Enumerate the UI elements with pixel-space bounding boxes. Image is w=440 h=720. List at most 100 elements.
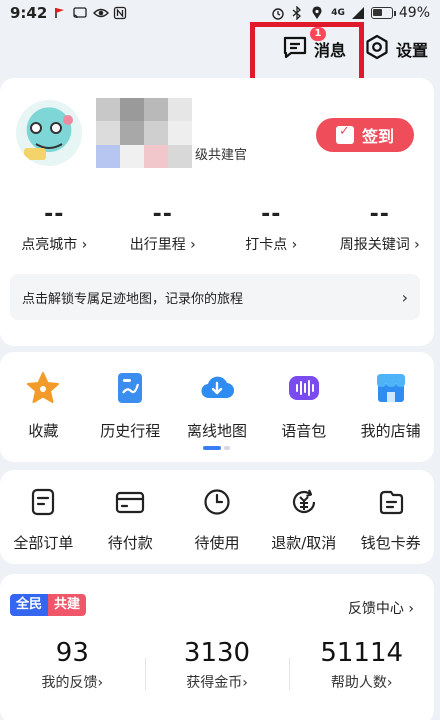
cloud-download-icon	[199, 370, 235, 406]
order-all[interactable]: 全部订单	[0, 488, 87, 553]
stat-value: --	[369, 202, 390, 227]
tool-label: 我的店铺	[360, 422, 421, 440]
order-label: 待使用	[194, 534, 240, 552]
tool-label: 语音包	[281, 422, 327, 440]
chevron-right-icon: ›	[190, 237, 196, 253]
travel-stats: -- 点亮城市 › -- 出行里程 › -- 打卡点 › -- 周报关键词 ›	[0, 202, 434, 254]
tool-label: 收藏	[28, 422, 59, 440]
user-level: 级共建官	[195, 148, 248, 163]
fb-stat-label: 获得金币	[186, 675, 243, 691]
tag-part2: 共建	[48, 594, 87, 616]
orders-icon	[29, 488, 57, 520]
order-pending-payment[interactable]: 待付款	[87, 488, 174, 553]
star-icon	[25, 370, 61, 406]
stat-mileage[interactable]: -- 出行里程 ›	[109, 202, 218, 254]
username-pixelated	[96, 98, 192, 168]
tools-row: 收藏 历史行程 离线地图 语音包 我的店铺	[0, 370, 434, 441]
messages-badge: 1	[309, 27, 326, 41]
unlock-text: 点击解锁专属足迹地图，记录你的旅程	[22, 291, 244, 307]
order-label: 待付款	[107, 534, 153, 552]
chevron-right-icon: ›	[97, 675, 104, 691]
bluetooth-icon	[291, 5, 305, 21]
clock-icon	[203, 488, 231, 520]
tool-favorites[interactable]: 收藏	[0, 370, 87, 441]
chevron-right-icon: ›	[386, 675, 393, 691]
status-bar: 9:42 4G 49%	[0, 0, 440, 26]
eye-icon	[93, 6, 110, 20]
feedback-center-link[interactable]: 反馈中心 ›	[348, 598, 414, 618]
card-icon	[115, 488, 145, 520]
stat-label: 周报关键词	[339, 237, 410, 253]
tool-label: 离线地图	[186, 422, 247, 440]
chevron-right-icon: ›	[408, 601, 414, 617]
checkin-label: 签到	[361, 127, 394, 146]
stat-label: 点亮城市	[21, 237, 78, 253]
stat-weekly-keywords[interactable]: -- 周报关键词 ›	[326, 202, 435, 254]
fb-stat-value: 51114	[320, 638, 404, 668]
stat-value: --	[44, 202, 65, 227]
avatar[interactable]	[16, 100, 82, 166]
battery-icon	[370, 7, 396, 19]
fb-stat-label: 帮助人数	[330, 675, 387, 691]
fb-stat-helped[interactable]: 51114 帮助人数›	[289, 638, 434, 692]
nfc-icon	[113, 6, 127, 20]
order-label: 退款/取消	[271, 534, 337, 552]
tool-history-trips[interactable]: 历史行程	[87, 370, 174, 441]
order-label: 钱包卡券	[360, 534, 421, 552]
feedback-card: 全民 共建 反馈中心 › 93 我的反馈› 3130 获得金币› 51114 帮…	[0, 574, 434, 720]
history-icon	[112, 370, 148, 406]
battery-level: 49%	[398, 5, 430, 21]
top-actions: 1 消息 设置	[282, 27, 428, 64]
chevron-right-icon: ›	[291, 237, 298, 253]
carousel-pager	[203, 446, 230, 450]
feedback-center-label: 反馈中心	[347, 601, 404, 617]
fb-stat-coins[interactable]: 3130 获得金币›	[144, 638, 290, 692]
unlock-footprint-map-banner[interactable]: 点击解锁专属足迹地图，记录你的旅程 ›	[10, 274, 420, 320]
chevron-right-icon: ›	[81, 237, 88, 253]
tag-part1: 全民	[10, 594, 49, 616]
signal-icon	[351, 6, 365, 20]
settings-label: 设置	[395, 41, 428, 60]
fb-stat-value: 3130	[183, 638, 251, 668]
stat-lit-cities[interactable]: -- 点亮城市 ›	[0, 202, 109, 254]
fb-stat-label: 我的反馈	[41, 675, 98, 691]
refund-icon	[290, 488, 318, 520]
tool-my-shop[interactable]: 我的店铺	[347, 370, 434, 441]
pager-dot-active	[203, 446, 221, 450]
location-icon	[311, 6, 325, 20]
chevron-right-icon: ›	[242, 675, 248, 691]
voice-icon	[286, 370, 322, 406]
settings-button[interactable]: 设置	[364, 34, 428, 64]
shop-icon	[373, 370, 409, 406]
stat-value: --	[261, 202, 282, 227]
orders-row: 全部订单 待付款 待使用 退款/取消 钱包卡券	[0, 488, 434, 553]
fb-stat-value: 93	[55, 638, 89, 668]
network-label: 4G	[331, 8, 345, 18]
tools-card: 收藏 历史行程 离线地图 语音包 我的店铺	[0, 352, 434, 462]
chevron-right-icon: ›	[414, 237, 420, 253]
order-to-use[interactable]: 待使用	[174, 488, 261, 553]
orders-card: 全部订单 待付款 待使用 退款/取消 钱包卡券	[0, 470, 434, 564]
co-build-tag: 全民 共建	[10, 594, 87, 616]
chevron-right-icon: ›	[401, 287, 408, 307]
avatar-illustration	[24, 115, 73, 160]
stat-label: 打卡点	[245, 237, 288, 253]
calendar-check-icon	[335, 124, 354, 144]
wallet-icon	[377, 488, 405, 520]
tool-voice-pack[interactable]: 语音包	[260, 370, 347, 441]
profile-card: 级共建官 签到 -- 点亮城市 › -- 出行里程 › -- 打卡点 › -- …	[0, 78, 434, 346]
stat-checkin-points[interactable]: -- 打卡点 ›	[217, 202, 326, 254]
fb-stat-my-feedback[interactable]: 93 我的反馈›	[0, 638, 145, 692]
checkin-button[interactable]: 签到	[316, 118, 414, 152]
alarm-icon	[271, 6, 285, 20]
messages-button[interactable]: 1 消息	[282, 27, 346, 63]
message-icon	[282, 35, 308, 63]
order-refund-cancel[interactable]: 退款/取消	[260, 488, 347, 553]
cast-icon	[73, 6, 87, 20]
stat-label: 出行里程	[129, 237, 186, 253]
tool-offline-maps[interactable]: 离线地图	[174, 370, 261, 441]
order-wallet-coupons[interactable]: 钱包卡券	[347, 488, 434, 553]
status-time: 9:42	[10, 4, 48, 22]
tool-label: 历史行程	[100, 422, 161, 440]
gear-icon	[364, 34, 390, 64]
